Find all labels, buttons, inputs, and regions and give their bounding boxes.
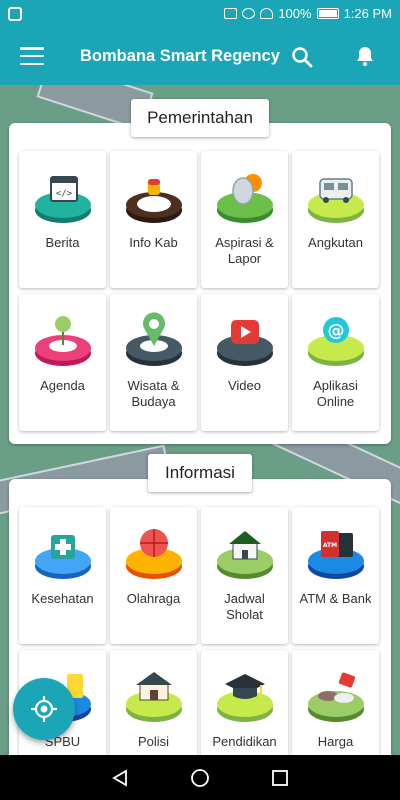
vibrate-icon (224, 8, 238, 19)
tile-label: Video (227, 378, 261, 393)
location-heart-icon (125, 312, 182, 366)
system-nav-bar (0, 755, 400, 800)
menu-tile-aplikasi-online[interactable]: @ Aplikasi Online (292, 294, 379, 431)
app-bar: Bombana Smart Regency (0, 27, 400, 85)
notification-icon (8, 6, 22, 21)
location-fab[interactable] (13, 678, 75, 740)
battery-icon (316, 8, 339, 19)
basketball-icon (125, 529, 182, 579)
alarm-icon (242, 8, 256, 19)
menu-tile-jadwal-sholat[interactable]: Jadwal Sholat (201, 507, 288, 644)
tile-label: ATM & Bank (299, 591, 372, 606)
video-play-icon (216, 320, 273, 366)
mosque-icon (216, 531, 273, 579)
price-tag-icon (307, 672, 364, 722)
battery-percent: 100% (278, 6, 312, 21)
tile-label: Polisi (137, 734, 170, 749)
info-cup-icon (125, 179, 182, 223)
tile-label: Harga (317, 734, 354, 749)
informasi-grid: Kesehatan Olahraga Jadwal Sholat ATM ATM… (19, 507, 381, 787)
menu-tile-kesehatan[interactable]: Kesehatan (19, 507, 106, 644)
menu-tile-angkutan[interactable]: Angkutan (292, 151, 379, 288)
back-triangle-icon (112, 768, 127, 787)
tile-label: Aplikasi Online (313, 378, 358, 409)
menu-icon (20, 47, 44, 50)
app-title: Bombana Smart Regency (80, 46, 280, 65)
tile-label: Info Kab (129, 235, 178, 250)
search-icon[interactable] (290, 45, 314, 69)
recents-square-icon (272, 769, 288, 786)
pushpin-icon (34, 316, 91, 366)
menu-tile-agenda[interactable]: Agenda (19, 294, 106, 431)
tile-label: Angkutan (308, 235, 363, 250)
crosshair-location-icon (31, 696, 57, 722)
tile-label: Jadwal Sholat (224, 591, 265, 622)
menu-tile-aspirasi-lapor[interactable]: Aspirasi & Lapor (201, 151, 288, 288)
tile-label: Aspirasi & Lapor (215, 235, 274, 266)
recents-button[interactable] (268, 766, 292, 790)
tile-label: Wisata & Budaya (127, 378, 180, 409)
tile-label: Kesehatan (31, 591, 94, 606)
back-button[interactable] (108, 766, 132, 790)
home-button[interactable] (188, 766, 212, 790)
graduation-cap-icon (216, 674, 273, 722)
svg-text:@: @ (327, 321, 344, 341)
menu-tile-video[interactable]: Video (201, 294, 288, 431)
police-building-icon (125, 672, 182, 722)
atm-icon: ATM (307, 531, 364, 579)
at-sign-icon: @ (307, 317, 364, 366)
svg-text:ATM: ATM (322, 542, 336, 549)
truck-icon (307, 178, 364, 223)
menu-tile-olahraga[interactable]: Olahraga (110, 507, 197, 644)
section-title-pemerintahan: Pemerintahan (131, 99, 269, 137)
svg-text:</>: </> (55, 189, 72, 199)
pemerintahan-grid: </> Berita Info Kab Aspirasi & Lapor Ang… (19, 151, 381, 431)
menu-tile-berita[interactable]: </> Berita (19, 151, 106, 288)
menu-tile-atm-bank[interactable]: ATM ATM & Bank (292, 507, 379, 644)
wifi-icon (260, 8, 274, 19)
status-bar: 100% 1:26 PM (0, 0, 400, 27)
satellite-dish-icon (216, 174, 273, 223)
tile-label: Olahraga (126, 591, 181, 606)
health-cross-icon (34, 535, 91, 579)
bell-icon[interactable] (353, 44, 377, 68)
menu-tile-wisata-budaya[interactable]: Wisata & Budaya (110, 294, 197, 431)
tile-label: Pendidikan (212, 734, 277, 749)
home-circle-icon (191, 768, 209, 787)
clock: 1:26 PM (343, 6, 392, 21)
tile-label: Berita (45, 235, 80, 250)
tile-label: Agenda (40, 378, 85, 393)
code-window-icon: </> (34, 176, 91, 223)
section-title-informasi: Informasi (148, 454, 252, 492)
menu-tile-info-kab[interactable]: Info Kab (110, 151, 197, 288)
menu-button[interactable] (20, 47, 44, 65)
